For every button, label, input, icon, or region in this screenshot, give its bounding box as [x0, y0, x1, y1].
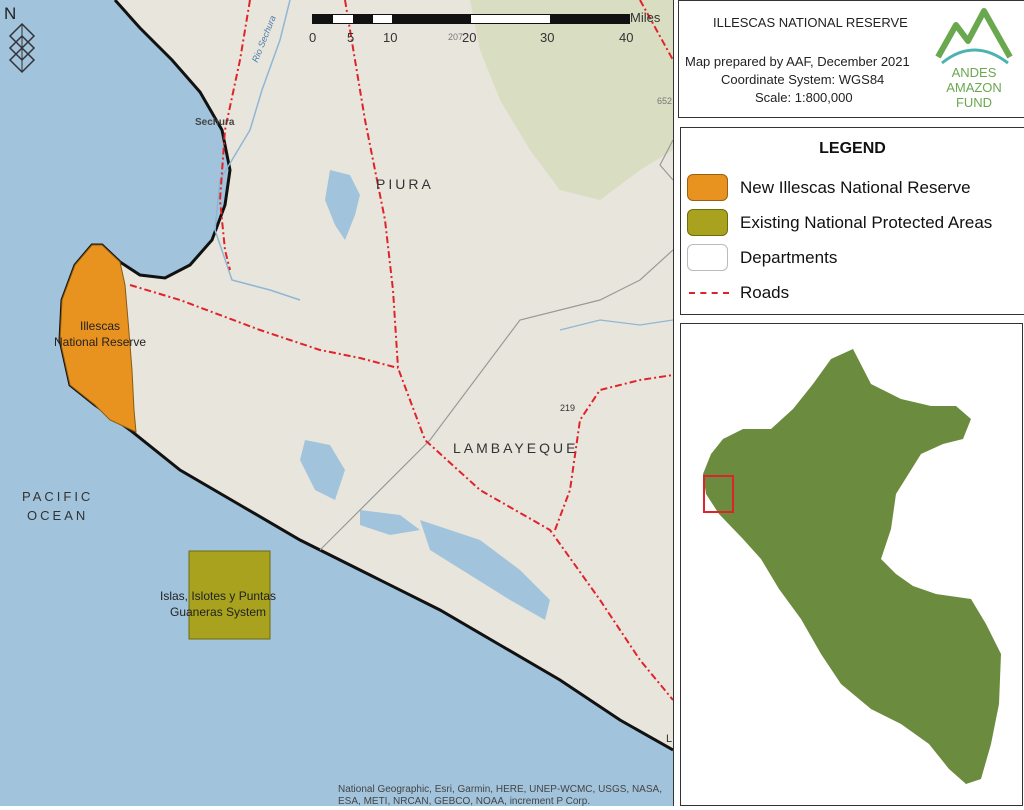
scale-tick-10: 10 [383, 30, 398, 45]
andes-amazon-fund-logo-icon: ANDES AMAZON FUND [935, 8, 1013, 110]
scale-tick-20: 20 [462, 30, 477, 45]
label-edge-l: L [666, 733, 673, 745]
label-sechura: Sechura [195, 117, 235, 128]
legend-item-roads: Roads [687, 279, 1022, 307]
north-arrow-icon [8, 22, 36, 74]
scale-tick-5: 5 [347, 30, 355, 45]
scale-unit: Miles [630, 10, 661, 25]
legend-item-existing-areas: Existing National Protected Areas [687, 209, 1022, 237]
coordinate-system: Coordinate System: WGS84 [721, 72, 885, 87]
label-islas: Islas, Islotes y Puntas Guaneras System [160, 589, 277, 619]
label-pacific-ocean: PACIFIC OCEAN [22, 489, 94, 523]
legend-label-existing-areas: Existing National Protected Areas [740, 213, 993, 232]
legend-swatch-roads [689, 292, 729, 294]
map-title: ILLESCAS NATIONAL RESERVE [713, 15, 908, 30]
label-elevation-652: 652 [657, 96, 673, 106]
legend-swatch-departments [687, 244, 728, 271]
north-arrow-label: N [4, 4, 17, 23]
main-map[interactable]: N Miles 0 5 10 20 30 40 Sechura Rio Sech… [0, 0, 674, 806]
scale-bar [312, 14, 630, 24]
legend-title: LEGEND [819, 140, 886, 157]
scale-tick-40: 40 [619, 30, 634, 45]
label-elevation-207: 207 [448, 32, 464, 42]
label-piura: PIURA [376, 176, 434, 192]
svg-text:FUND: FUND [956, 95, 992, 110]
label-elevation-219: 219 [560, 403, 576, 413]
scale-tick-0: 0 [309, 30, 317, 45]
legend-box: LEGEND New Illescas National Reserve Exi… [680, 127, 1024, 315]
map-scale: Scale: 1:800,000 [755, 90, 853, 105]
inset-map [680, 323, 1023, 806]
svg-text:AMAZON: AMAZON [946, 80, 1002, 95]
legend-swatch-existing-areas [687, 209, 728, 236]
legend-swatch-new-reserve [687, 174, 728, 201]
map-attribution: National Geographic, Esri, Garmin, HERE,… [338, 784, 662, 806]
prepared-by: Map prepared by AAF, December 2021 [685, 54, 910, 69]
scale-tick-30: 30 [540, 30, 555, 45]
peru-shape [703, 349, 1001, 784]
legend-label-departments: Departments [740, 248, 838, 267]
legend-item-departments: Departments [687, 244, 1022, 272]
inset-peru-map [703, 349, 1001, 784]
legend-label-new-reserve: New Illescas National Reserve [740, 178, 971, 197]
title-box: ILLESCAS NATIONAL RESERVE Map prepared b… [678, 0, 1024, 118]
svg-text:ANDES: ANDES [952, 65, 997, 80]
legend-label-roads: Roads [740, 283, 790, 302]
label-illescas: Illescas National Reserve [54, 319, 147, 349]
legend-item-new-reserve: New Illescas National Reserve [687, 174, 1022, 202]
label-lambayeque: LAMBAYEQUE [453, 440, 579, 456]
